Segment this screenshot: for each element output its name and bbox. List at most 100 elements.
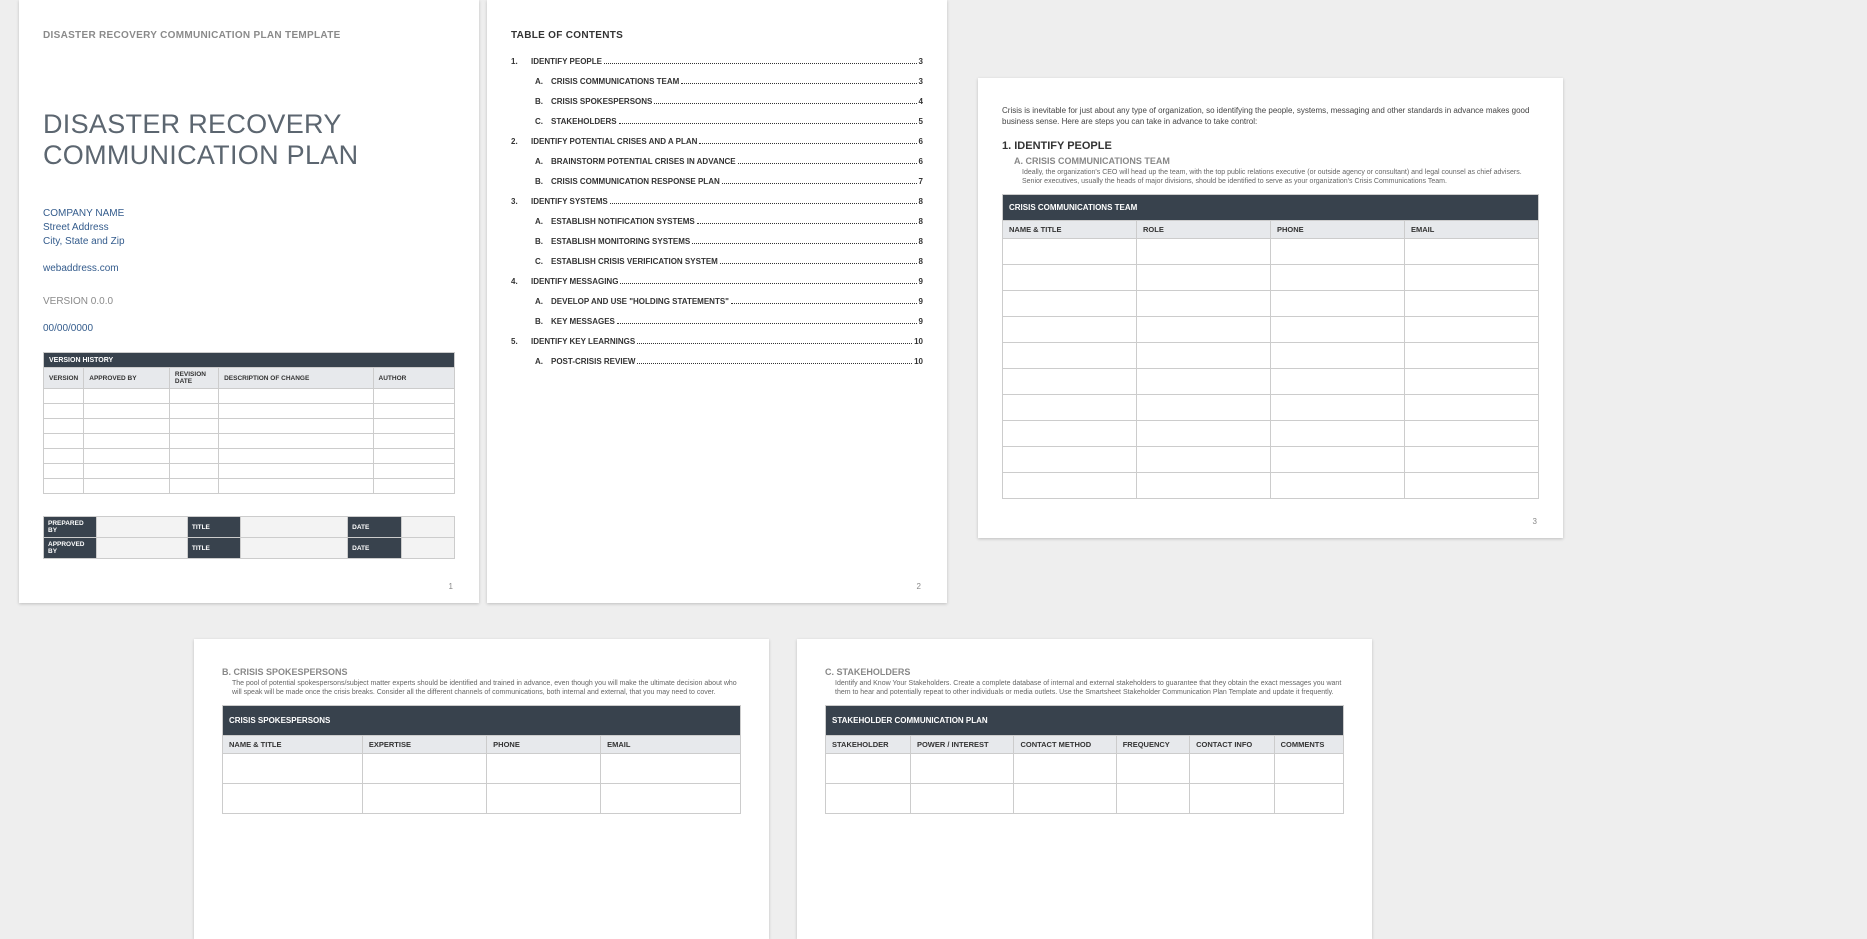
page-5: C. STAKEHOLDERS Identify and Know Your S… <box>797 639 1372 939</box>
web-address: webaddress.com <box>43 263 455 274</box>
toc-label: KEY MESSAGES <box>551 317 615 326</box>
col-frequency: FREQUENCY <box>1116 736 1189 754</box>
col-expertise: EXPERTISE <box>362 736 486 754</box>
toc-page: 5 <box>919 117 923 126</box>
toc-row: A.POST-CRISIS REVIEW 10 <box>511 357 923 366</box>
toc-row: A.CRISIS COMMUNICATIONS TEAM3 <box>511 77 923 86</box>
toc-label: IDENTIFY MESSAGING <box>531 277 618 286</box>
table-row <box>223 784 741 814</box>
toc-label: IDENTIFY KEY LEARNINGS <box>531 337 635 346</box>
signature-label: DATE <box>348 538 401 559</box>
toc-page: 9 <box>919 317 923 326</box>
col-comments: COMMENTS <box>1274 736 1343 754</box>
col-contact-method: CONTACT METHOD <box>1014 736 1116 754</box>
signature-value <box>401 517 454 538</box>
toc-row: 5.IDENTIFY KEY LEARNINGS10 <box>511 337 923 346</box>
col-email: EMAIL <box>1405 220 1539 238</box>
subsection-heading: B. CRISIS SPOKESPERSONS <box>222 667 741 677</box>
crisis-spokespersons-table: CRISIS SPOKESPERSONS NAME & TITLE EXPERT… <box>222 705 741 814</box>
toc-sub: B. <box>531 177 551 186</box>
table-row <box>223 754 741 784</box>
page-number: 3 <box>1533 517 1537 526</box>
table-header-row: NAME & TITLE EXPERTISE PHONE EMAIL <box>223 736 741 754</box>
page-number: 2 <box>917 582 921 591</box>
table-title: CRISIS SPOKESPERSONS <box>223 706 741 736</box>
toc-num: 5. <box>511 337 531 346</box>
toc-label: POST-CRISIS REVIEW <box>551 357 635 366</box>
subsection-desc: Identify and Know Your Stakeholders. Cre… <box>825 679 1344 697</box>
toc-row: A.ESTABLISH NOTIFICATION SYSTEMS8 <box>511 217 923 226</box>
toc-row: 3.IDENTIFY SYSTEMS 8 <box>511 197 923 206</box>
toc-label: CRISIS COMMUNICATION RESPONSE PLAN <box>551 177 720 186</box>
table-row <box>1003 342 1539 368</box>
toc-page: 9 <box>919 297 923 306</box>
toc-sub: A. <box>531 157 551 166</box>
toc-sub: B. <box>531 317 551 326</box>
page-number: 1 <box>449 582 453 591</box>
page-1: DISASTER RECOVERY COMMUNICATION PLAN TEM… <box>19 0 479 603</box>
version-label: VERSION 0.0.0 <box>43 296 455 307</box>
table-row <box>1003 316 1539 342</box>
toc-row: B.ESTABLISH MONITORING SYSTEMS8 <box>511 237 923 246</box>
date-label: 00/00/0000 <box>43 323 455 334</box>
table-row <box>1003 420 1539 446</box>
table-row <box>1003 238 1539 264</box>
crisis-comm-team-table: CRISIS COMMUNICATIONS TEAM NAME & TITLE … <box>1002 194 1539 499</box>
subsection-heading: C. STAKEHOLDERS <box>825 667 1344 677</box>
toc-label: CRISIS COMMUNICATIONS TEAM <box>551 77 679 86</box>
table-header-row: VERSION APPROVED BY REVISION DATE DESCRI… <box>44 368 455 389</box>
toc-label: DEVELOP AND USE "HOLDING STATEMENTS" <box>551 297 729 306</box>
toc-page: 8 <box>919 217 923 226</box>
toc-label: IDENTIFY SYSTEMS <box>531 197 608 206</box>
title-line-2: COMMUNICATION PLAN <box>43 140 358 170</box>
toc-page: 10 <box>914 357 923 366</box>
company-info: COMPANY NAME Street Address City, State … <box>43 207 455 249</box>
page-4: B. CRISIS SPOKESPERSONS The pool of pote… <box>194 639 769 939</box>
table-row <box>44 389 455 404</box>
toc-label: CRISIS SPOKESPERSONS <box>551 97 652 106</box>
col-role: ROLE <box>1137 220 1271 238</box>
toc-num: 3. <box>511 197 531 206</box>
toc-page: 4 <box>919 97 923 106</box>
main-title: DISASTER RECOVERY COMMUNICATION PLAN <box>43 109 455 171</box>
signature-label: TITLE <box>187 517 240 538</box>
toc-row: 1.IDENTIFY PEOPLE3 <box>511 57 923 66</box>
toc-page: 8 <box>919 197 923 206</box>
subsection-desc: The pool of potential spokespersons/subj… <box>222 679 741 697</box>
toc-title: TABLE OF CONTENTS <box>511 30 923 41</box>
table-row <box>44 434 455 449</box>
toc-row: 2.IDENTIFY POTENTIAL CRISES AND A PLAN6 <box>511 137 923 146</box>
street-address: Street Address <box>43 221 455 235</box>
version-history-title: VERSION HISTORY <box>44 353 455 368</box>
toc-label: BRAINSTORM POTENTIAL CRISES IN ADVANCE <box>551 157 736 166</box>
toc-sub: C. <box>531 117 551 126</box>
signature-table: PREPARED BYTITLEDATEAPPROVED BYTITLEDATE <box>43 516 455 559</box>
toc-list: 1.IDENTIFY PEOPLE3A.CRISIS COMMUNICATION… <box>511 57 923 366</box>
city-state-zip: City, State and Zip <box>43 235 455 249</box>
col-description: DESCRIPTION OF CHANGE <box>219 368 373 389</box>
toc-sub: B. <box>531 97 551 106</box>
stakeholder-plan-table: STAKEHOLDER COMMUNICATION PLAN STAKEHOLD… <box>825 705 1344 814</box>
table-row <box>826 754 1344 784</box>
version-history-table: VERSION HISTORY VERSION APPROVED BY REVI… <box>43 352 455 494</box>
col-name-title: NAME & TITLE <box>223 736 363 754</box>
toc-row: B.CRISIS COMMUNICATION RESPONSE PLAN7 <box>511 177 923 186</box>
table-row <box>44 449 455 464</box>
col-approved-by: APPROVED BY <box>84 368 170 389</box>
col-contact-info: CONTACT INFO <box>1190 736 1274 754</box>
col-revision-date: REVISION DATE <box>169 368 218 389</box>
toc-sub: A. <box>531 357 551 366</box>
toc-row: C.STAKEHOLDERS5 <box>511 117 923 126</box>
toc-label: ESTABLISH NOTIFICATION SYSTEMS <box>551 217 695 226</box>
signature-value <box>401 538 454 559</box>
toc-page: 8 <box>919 237 923 246</box>
table-row <box>44 419 455 434</box>
table-title: CRISIS COMMUNICATIONS TEAM <box>1003 194 1539 220</box>
toc-num: 1. <box>511 57 531 66</box>
table-header-row: STAKEHOLDER POWER / INTEREST CONTACT MET… <box>826 736 1344 754</box>
toc-row: B.CRISIS SPOKESPERSONS 4 <box>511 97 923 106</box>
signature-value <box>97 538 187 559</box>
section-heading: 1. IDENTIFY PEOPLE <box>1002 140 1539 152</box>
toc-num: 2. <box>511 137 531 146</box>
title-line-1: DISASTER RECOVERY <box>43 109 342 139</box>
